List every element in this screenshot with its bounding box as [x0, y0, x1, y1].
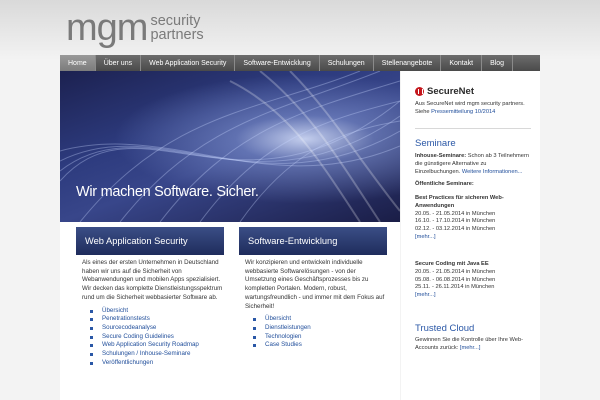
course1-date: 16.10. - 17.10.2014 in München — [415, 218, 496, 225]
logo-sub-security: security — [150, 13, 201, 29]
nav-item-schulungen[interactable]: Schulungen — [320, 55, 374, 71]
list-item-link[interactable]: Übersicht — [253, 315, 387, 324]
main-nav: Home Über uns Web Application Security Soft… — [60, 55, 540, 71]
nav-item-software-entwicklung[interactable]: Software-Entwicklung — [235, 55, 320, 71]
trusted-cloud-heading: Trusted Cloud — [415, 323, 475, 334]
software-dev-links: Übersicht Dienstleistungen Technologien Cas… — [239, 315, 387, 350]
nav-item-über-uns[interactable]: Über uns — [96, 55, 142, 71]
seminare-heading: Seminare — [415, 138, 456, 149]
course-secure-coding: Secure Coding mit Java EE 20.05. - 21.05… — [415, 261, 533, 300]
inhouse-label: Inhouse-Seminare: — [415, 153, 467, 159]
list-item-link[interactable]: Web Application Security Roadmap — [90, 341, 224, 350]
public-seminars-heading: Öffentliche Seminare: — [415, 181, 474, 187]
web-app-security-links: Übersicht Penetrationstests Sourcecodeanal… — [76, 307, 224, 368]
course-best-practices: Best Practices für sicheren Web-Anwendun… — [415, 195, 533, 242]
securenet-logo-icon — [415, 87, 424, 96]
logo-subtitle: security partners — [150, 13, 204, 43]
web-app-security-text: Als eines der ersten Unternehmen in Deut… — [82, 259, 223, 301]
list-item-link[interactable]: Schulungen / Inhouse-Seminare — [90, 350, 224, 359]
sidebar: SecureNet Aus SecureNet wird mgm securit… — [401, 71, 540, 400]
list-item-link[interactable]: Secure Coding Guidelines — [90, 333, 224, 342]
list-item-link[interactable]: Penetrationstests — [90, 315, 224, 324]
course1-more-link[interactable]: [mehr...] — [415, 234, 533, 242]
course1-date: 02.12. - 03.12.2014 in München — [415, 226, 496, 233]
nav-item-blog[interactable]: Blog — [482, 55, 514, 71]
nav-item-home[interactable]: Home — [60, 55, 96, 71]
web-app-security-column: Web Application Security Als eines der e… — [76, 227, 224, 367]
course1-date: 20.05. - 21.05.2014 in München — [415, 210, 496, 217]
logo-mgm: mgm — [66, 7, 148, 49]
list-item-link[interactable]: Veröffentlichungen — [90, 359, 224, 368]
list-item-link[interactable]: Übersicht — [90, 307, 224, 316]
nav-item-stellenangebote[interactable]: Stellenangebote — [374, 55, 442, 71]
nav-item-kontakt[interactable]: Kontakt — [441, 55, 483, 71]
web-app-security-heading[interactable]: Web Application Security — [76, 227, 224, 255]
site-logo[interactable]: mgm security partners — [66, 7, 204, 49]
securenet-title: SecureNet — [427, 86, 474, 97]
course1-title: Best Practices für sicheren Web-Anwendun… — [415, 195, 504, 209]
nav-item-web-application-security[interactable]: Web Application Security — [141, 55, 236, 71]
inhouse-more-link[interactable]: Weitere Informationen... — [462, 169, 523, 175]
securenet-header: SecureNet — [415, 86, 474, 97]
software-dev-text: Wir konzipieren und entwickeln individue… — [245, 259, 385, 310]
course2-more-link[interactable]: [mehr...] — [415, 292, 533, 300]
software-dev-column: Software-Entwicklung Wir konzipieren und… — [239, 227, 387, 350]
list-item-link[interactable]: Dienstleistungen — [253, 324, 387, 333]
list-item-link[interactable]: Case Studies — [253, 341, 387, 350]
list-item-link[interactable]: Technologien — [253, 333, 387, 342]
inhouse-block: Inhouse-Seminare: Schon ab 3 Teilnehmern… — [415, 153, 533, 176]
course2-title: Secure Coding mit Java EE — [415, 261, 489, 267]
main-content: Wir machen Software. Sicher. Web Applica… — [60, 71, 400, 400]
sidebar-divider — [415, 128, 531, 129]
list-item-link[interactable]: Sourcecodeanalyse — [90, 324, 224, 333]
trusted-cloud-text-block: Gewinnen Sie die Kontrolle über Ihre Web… — [415, 337, 533, 353]
course2-date: 05.08. - 06.08.2014 in München — [415, 276, 496, 283]
hero-title: Wir machen Software. Sicher. — [76, 184, 259, 200]
securenet-notice: Aus SecureNet wird mgm security partners… — [415, 101, 533, 117]
hero-banner: Wir machen Software. Sicher. — [60, 71, 400, 222]
software-dev-heading[interactable]: Software-Entwicklung — [239, 227, 387, 255]
course2-date: 25.11. - 26.11.2014 in München — [415, 284, 495, 291]
trusted-cloud-more-link[interactable]: [mehr...] — [460, 345, 481, 351]
press-release-link[interactable]: Pressemitteilung 10/2014 — [431, 109, 495, 115]
course2-date: 20.05. - 21.05.2014 in München — [415, 268, 496, 275]
logo-sub-partners: partners — [150, 27, 204, 43]
